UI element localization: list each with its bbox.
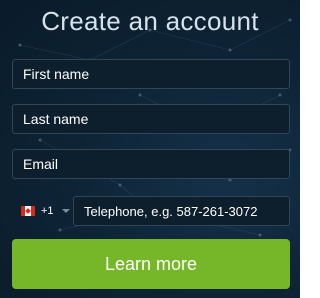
- email-field[interactable]: [12, 149, 290, 179]
- signup-panel: Create an account +1 Learn more: [0, 0, 300, 298]
- form-title: Create an account: [41, 6, 259, 36]
- canada-flag-icon: [21, 206, 35, 216]
- chevron-down-icon: [61, 209, 70, 213]
- last-name-input[interactable]: [13, 105, 289, 133]
- phone-row: +1: [12, 196, 290, 226]
- dial-code: +1: [41, 205, 54, 217]
- last-name-field[interactable]: [12, 104, 290, 134]
- phone-input[interactable]: [74, 197, 289, 225]
- country-code-selector[interactable]: +1: [12, 196, 70, 226]
- phone-field[interactable]: [73, 196, 290, 226]
- first-name-field[interactable]: [12, 59, 290, 89]
- first-name-input[interactable]: [13, 60, 289, 88]
- learn-more-button[interactable]: Learn more: [12, 239, 290, 289]
- email-input[interactable]: [13, 150, 289, 178]
